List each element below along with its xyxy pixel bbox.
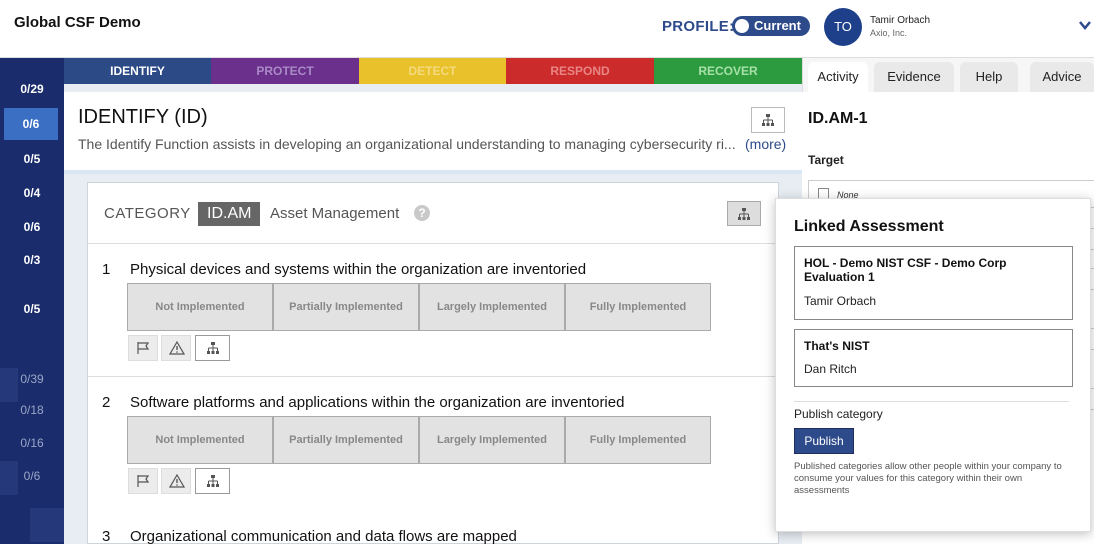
rating-fully-implemented[interactable]: Fully Implemented bbox=[565, 283, 711, 331]
profile-label: PROFILE: bbox=[662, 18, 735, 35]
assessment-name: HOL - Demo NIST CSF - Demo Corp Evaluati… bbox=[804, 256, 1007, 284]
profile-toggle-label: Current bbox=[754, 18, 801, 33]
flag-icon bbox=[137, 342, 150, 354]
app-title: Global CSF Demo bbox=[14, 14, 141, 31]
item-number: 1 bbox=[102, 261, 111, 278]
publish-label: Publish category bbox=[794, 407, 883, 421]
popover-title: Linked Assessment bbox=[794, 218, 944, 235]
toggle-knob bbox=[735, 19, 749, 33]
flag-button[interactable] bbox=[128, 468, 158, 494]
item-number: 3 bbox=[102, 528, 111, 544]
user-name: Tamir Orbach bbox=[870, 15, 931, 26]
divider bbox=[794, 401, 1069, 402]
warning-icon bbox=[169, 341, 185, 355]
tab-activity[interactable]: Activity bbox=[808, 62, 868, 92]
tab-evidence[interactable]: Evidence bbox=[874, 62, 954, 92]
chevron-down-icon[interactable] bbox=[1078, 18, 1092, 32]
linked-assessment-card[interactable]: HOL - Demo NIST CSF - Demo Corp Evaluati… bbox=[794, 246, 1073, 320]
publish-button[interactable]: Publish bbox=[794, 428, 854, 454]
user-org: Axio, Inc. bbox=[870, 28, 908, 38]
rating-partially-implemented[interactable]: Partially Implemented bbox=[273, 283, 419, 331]
hierarchy-icon bbox=[207, 342, 219, 354]
tab-advice[interactable]: Advice bbox=[1030, 62, 1094, 92]
category-header: CATEGORY ID.AM Asset Management ? bbox=[88, 183, 778, 244]
rail-item[interactable]: 0/5 bbox=[0, 302, 64, 316]
rail-item-selected[interactable]: 0/6 bbox=[4, 108, 58, 140]
hierarchy-icon bbox=[762, 114, 774, 126]
help-icon[interactable]: ? bbox=[414, 205, 430, 221]
rail-item[interactable]: 0/18 bbox=[0, 403, 64, 417]
rail-item-function[interactable]: 0/29 bbox=[0, 82, 64, 96]
function-description: The Identify Function assists in develop… bbox=[78, 136, 736, 152]
target-label: Target bbox=[808, 153, 844, 167]
link-button[interactable] bbox=[195, 468, 230, 494]
tab-respond[interactable]: RESPOND bbox=[506, 58, 654, 84]
assessment-name: That's NIST bbox=[804, 339, 870, 353]
rail-item[interactable]: 0/16 bbox=[0, 436, 64, 450]
category-name: Asset Management bbox=[270, 205, 400, 222]
divider bbox=[88, 376, 778, 377]
rail-item[interactable]: 0/5 bbox=[0, 152, 64, 166]
risk-button[interactable] bbox=[161, 335, 191, 361]
subcategory-code: ID.AM-1 bbox=[808, 110, 868, 127]
rating-partially-implemented[interactable]: Partially Implemented bbox=[273, 416, 419, 464]
hierarchy-icon bbox=[738, 208, 750, 220]
risk-button[interactable] bbox=[161, 468, 191, 494]
rating-not-implemented[interactable]: Not Implemented bbox=[127, 283, 273, 331]
rail-marker bbox=[30, 508, 64, 542]
linked-assessment-card[interactable]: That's NIST Dan Ritch bbox=[794, 329, 1073, 387]
hierarchy-button[interactable] bbox=[751, 107, 785, 133]
item-text: Software platforms and applications with… bbox=[130, 394, 625, 411]
category-label: CATEGORY bbox=[104, 205, 191, 222]
item-number: 2 bbox=[102, 394, 111, 411]
assessment-user: Dan Ritch bbox=[804, 362, 857, 376]
tab-identify[interactable]: IDENTIFY bbox=[64, 58, 211, 84]
rating-largely-implemented[interactable]: Largely Implemented bbox=[419, 283, 565, 331]
assessment-user: Tamir Orbach bbox=[804, 294, 877, 308]
tab-help[interactable]: Help bbox=[960, 62, 1018, 92]
flag-icon bbox=[137, 475, 150, 487]
tab-detect[interactable]: DETECT bbox=[359, 58, 506, 84]
link-button[interactable] bbox=[195, 335, 230, 361]
publish-help-text: Published categories allow other people … bbox=[794, 461, 1062, 496]
rail-item[interactable]: 0/3 bbox=[0, 253, 64, 267]
tab-recover[interactable]: RECOVER bbox=[654, 58, 802, 84]
category-code-badge: ID.AM bbox=[198, 202, 261, 226]
rail-item[interactable]: 0/6 bbox=[0, 220, 64, 234]
item-text: Organizational communication and data fl… bbox=[130, 528, 517, 544]
more-link[interactable]: (more) bbox=[745, 136, 786, 152]
left-rail: 0/29 0/6 0/5 0/4 0/6 0/3 0/5 0/39 0/18 0… bbox=[0, 58, 64, 544]
linked-assessment-popover: Linked Assessment HOL - Demo NIST CSF - … bbox=[775, 198, 1091, 532]
rail-item[interactable]: 0/6 bbox=[0, 469, 64, 483]
function-header: IDENTIFY (ID) The Identify Function assi… bbox=[64, 92, 802, 170]
function-tabs: IDENTIFY PROTECT DETECT RESPOND RECOVER bbox=[64, 58, 802, 84]
avatar[interactable]: TO bbox=[824, 8, 862, 46]
warning-icon bbox=[169, 474, 185, 488]
linked-assessment-button[interactable] bbox=[727, 201, 761, 226]
rail-item[interactable]: 0/4 bbox=[0, 186, 64, 200]
rating-fully-implemented[interactable]: Fully Implemented bbox=[565, 416, 711, 464]
rail-item[interactable]: 0/39 bbox=[0, 372, 64, 386]
profile-toggle[interactable]: Current bbox=[732, 16, 810, 36]
category-card: CATEGORY ID.AM Asset Management ? 1 Phys… bbox=[87, 182, 779, 544]
page-title: IDENTIFY (ID) bbox=[78, 106, 208, 128]
item-text: Physical devices and systems within the … bbox=[130, 261, 587, 278]
hierarchy-icon bbox=[207, 475, 219, 487]
flag-button[interactable] bbox=[128, 335, 158, 361]
rating-largely-implemented[interactable]: Largely Implemented bbox=[419, 416, 565, 464]
rating-not-implemented[interactable]: Not Implemented bbox=[127, 416, 273, 464]
app-header: Global CSF Demo PROFILE: Current TO Tami… bbox=[0, 0, 1094, 58]
divider bbox=[64, 170, 802, 174]
tab-protect[interactable]: PROTECT bbox=[211, 58, 359, 84]
